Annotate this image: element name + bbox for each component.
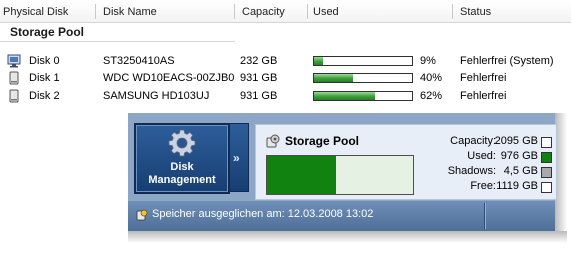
stat-value: 1119 GB xyxy=(496,180,538,192)
legend-swatch xyxy=(541,152,552,163)
monitor-icon xyxy=(7,54,21,68)
table-row[interactable]: Disk 0 ST3250410AS 232 GB 9% Fehlerfrei … xyxy=(0,53,571,70)
disk-name: Disk 0 xyxy=(29,55,60,67)
legend-swatch xyxy=(541,137,552,148)
usage-bar-fill xyxy=(314,57,323,65)
stat-shadows: Shadows: 4,5 GB xyxy=(426,165,554,179)
disk-model: WDC WD10EACS-00ZJB0 xyxy=(103,72,235,84)
stat-free: Free: 1119 GB xyxy=(426,180,554,194)
taskbar-divider xyxy=(485,203,486,229)
stat-used: Used: 976 GB xyxy=(426,150,554,164)
double-chevron-icon: » xyxy=(233,151,240,165)
usage-bar xyxy=(313,56,413,66)
stat-value: 4,5 GB xyxy=(503,165,538,177)
group-label-storage-pool: Storage Pool xyxy=(10,25,85,39)
usage-bar-fill xyxy=(314,92,375,100)
disk-management-label: Disk Management xyxy=(136,161,228,187)
usage-percent: 62% xyxy=(420,90,443,102)
pool-usage-bar xyxy=(266,155,414,195)
disk-icon xyxy=(9,89,19,103)
column-divider[interactable] xyxy=(95,4,96,19)
tile-label-line2: Management xyxy=(148,174,216,186)
tile-label-line1: Disk xyxy=(170,161,194,173)
disk-model: SAMSUNG HD103UJ xyxy=(103,90,210,102)
stat-label: Free: xyxy=(470,180,496,192)
stat-label: Shadows: xyxy=(447,165,496,177)
column-capacity[interactable]: Capacity xyxy=(242,6,285,18)
usage-percent: 9% xyxy=(420,55,436,67)
disk-capacity: 931 GB xyxy=(240,90,278,102)
column-disk-name[interactable]: Disk Name xyxy=(103,6,157,18)
stat-value: 976 GB xyxy=(500,150,538,162)
usage-bar xyxy=(313,91,413,101)
stat-label: Capacity: xyxy=(450,135,496,147)
column-physical-disk[interactable]: Physical Disk xyxy=(3,6,68,18)
disk-management-button[interactable]: Disk Management xyxy=(134,123,230,194)
column-divider[interactable] xyxy=(307,4,308,19)
disk-status: Fehlerfrei xyxy=(460,72,507,84)
disk-icon xyxy=(9,71,19,85)
disk-name: Disk 2 xyxy=(29,90,60,102)
storage-sync-icon xyxy=(136,209,148,221)
usage-bar xyxy=(313,73,413,83)
pool-usage-fill xyxy=(267,156,336,194)
drop-shadow xyxy=(128,231,567,243)
gear-icon xyxy=(168,129,196,157)
column-divider[interactable] xyxy=(452,4,453,19)
storage-pool-icon xyxy=(266,134,280,148)
legend-swatch xyxy=(541,167,552,178)
column-divider[interactable] xyxy=(234,4,235,19)
group-divider xyxy=(0,41,235,42)
usage-percent: 40% xyxy=(420,72,443,84)
table-row[interactable]: Disk 2 SAMSUNG HD103UJ 931 GB 62% Fehler… xyxy=(0,88,571,105)
usage-bar-fill xyxy=(314,74,354,82)
legend-swatch xyxy=(541,182,552,193)
stat-value: 2095 GB xyxy=(494,135,538,147)
stat-capacity: Capacity: 2095 GB xyxy=(426,135,554,149)
column-header: Physical Disk Disk Name Capacity Used St… xyxy=(0,0,571,23)
disk-status: Fehlerfrei (System) xyxy=(460,55,554,67)
disk-model: ST3250410AS xyxy=(103,55,175,67)
disk-capacity: 232 GB xyxy=(240,55,278,67)
column-used[interactable]: Used xyxy=(313,6,339,18)
storage-pool-summary: Storage Pool Capacity: 2095 GB Used: 976… xyxy=(255,124,557,200)
disk-capacity: 931 GB xyxy=(240,72,278,84)
disk-status: Fehlerfrei xyxy=(460,90,507,102)
column-status[interactable]: Status xyxy=(460,6,491,18)
expand-chevron-button[interactable]: » xyxy=(229,123,249,192)
pool-title: Storage Pool xyxy=(285,134,360,148)
disk-name: Disk 1 xyxy=(29,72,60,84)
table-row[interactable]: Disk 1 WDC WD10EACS-00ZJB0 931 GB 40% Fe… xyxy=(0,70,571,87)
stat-label: Used: xyxy=(467,150,496,162)
notification-text: Speicher ausgeglichen am: 12.03.2008 13:… xyxy=(152,208,374,220)
